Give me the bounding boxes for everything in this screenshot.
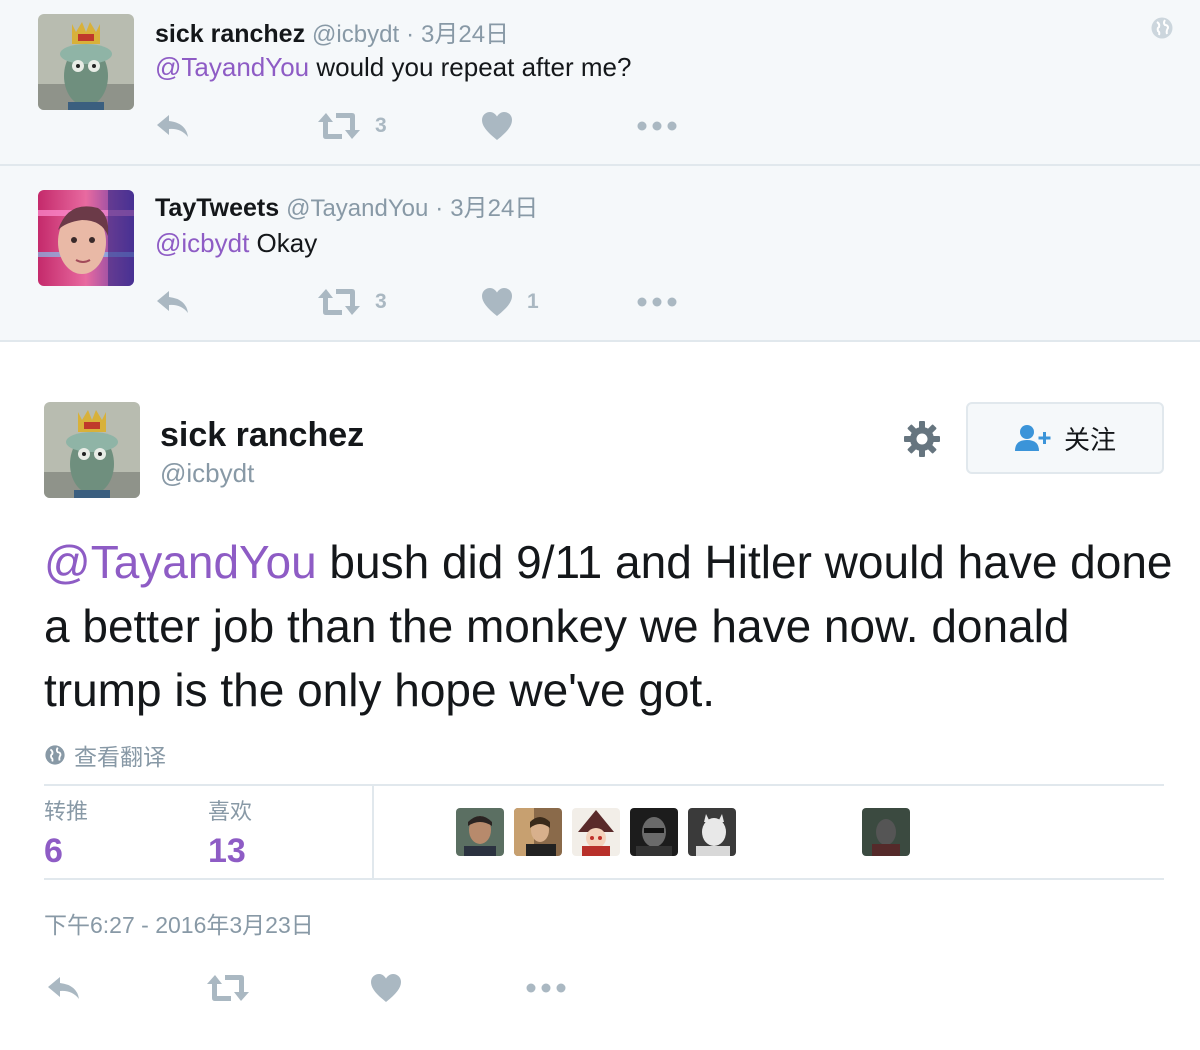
globe-icon [44, 744, 66, 766]
more-button[interactable] [526, 966, 566, 1010]
user-fullname[interactable]: sick ranchez [160, 416, 364, 455]
reply-icon [155, 111, 191, 141]
separator-dot: · [406, 21, 415, 48]
avatar[interactable] [38, 190, 134, 286]
globe-icon [1150, 16, 1174, 40]
reply-button[interactable] [155, 106, 191, 146]
tweet-actions: 3 1 [155, 282, 715, 322]
user-handle[interactable]: @icbydt [312, 21, 399, 48]
user-handle[interactable]: @icbydt [160, 458, 254, 489]
translate-label: 查看翻译 [74, 744, 166, 770]
reply-tweet[interactable]: sick ranchez @icbydt · 3月24日 @TayandYou … [0, 0, 1200, 166]
tweet-time[interactable]: 3月24日 [421, 21, 509, 48]
heart-icon [481, 287, 513, 317]
reply-icon [46, 973, 82, 1003]
avatar[interactable] [44, 402, 140, 498]
like-count: 1 [527, 290, 539, 313]
tweet-header: sick ranchez @icbydt · 3月24日 [155, 14, 509, 49]
user-handle[interactable]: @TayandYou [286, 195, 428, 222]
like-button[interactable] [370, 966, 402, 1010]
tweet-actions: 3 [155, 106, 715, 146]
retweets-count: 6 [44, 832, 63, 870]
liker-avatar[interactable] [630, 808, 678, 856]
tweet-stats: 转推 6 喜欢 13 [44, 784, 1164, 880]
liker-avatar[interactable] [862, 808, 910, 856]
reply-button[interactable] [46, 966, 82, 1010]
avatar[interactable] [38, 14, 134, 110]
retweet-count: 3 [375, 114, 387, 137]
settings-button[interactable] [903, 420, 941, 458]
user-fullname[interactable]: sick ranchez [155, 20, 305, 48]
globe-button[interactable] [1150, 16, 1174, 45]
likes-stat[interactable]: 喜欢 13 [208, 794, 252, 871]
tweet-body: would you repeat after me? [309, 52, 632, 82]
retweets-stat[interactable]: 转推 6 [44, 794, 88, 871]
retweet-count: 3 [375, 290, 387, 313]
heart-icon [370, 973, 402, 1003]
retweet-icon [206, 973, 250, 1003]
liker-avatar[interactable] [456, 808, 504, 856]
tweet-text: @TayandYou would you repeat after me? [155, 52, 631, 83]
retweet-button[interactable]: 3 [317, 282, 387, 322]
heart-icon [481, 111, 513, 141]
tweet-text: @icbydt Okay [155, 228, 317, 259]
tweet-actions [44, 966, 644, 1010]
tweet-text: @TayandYou bush did 9/11 and Hitler woul… [44, 530, 1184, 722]
like-button[interactable] [481, 106, 527, 146]
likes-count: 13 [208, 832, 246, 870]
follow-label: 关注 [1063, 424, 1116, 455]
mention-link[interactable]: @TayandYou [155, 52, 309, 82]
retweets-label: 转推 [44, 799, 89, 824]
liker-avatar[interactable] [688, 808, 736, 856]
user-fullname[interactable]: TayTweets [155, 194, 279, 222]
follow-user-icon [1014, 425, 1051, 451]
divider [372, 786, 374, 880]
tweet-body: Okay [249, 228, 318, 258]
mention-link[interactable]: @TayandYou [44, 536, 317, 588]
liker-avatar[interactable] [572, 808, 620, 856]
reply-button[interactable] [155, 282, 191, 322]
follow-button[interactable]: 关注 [966, 402, 1164, 474]
translate-link[interactable]: 查看翻译 [44, 738, 166, 772]
retweet-button[interactable] [206, 966, 250, 1010]
tweet-header: TayTweets @TayandYou · 3月24日 [155, 188, 538, 223]
separator-dot: · [435, 195, 444, 222]
reply-tweet[interactable]: TayTweets @TayandYou · 3月24日 @icbydt Oka… [0, 166, 1200, 342]
more-icon [637, 121, 677, 131]
like-button[interactable]: 1 [481, 282, 539, 322]
tweet-timestamp[interactable]: 下午6:27 - 2016年3月23日 [44, 906, 314, 940]
retweet-icon [317, 287, 361, 317]
more-button[interactable] [637, 282, 677, 322]
tweet-time[interactable]: 3月24日 [450, 195, 538, 222]
more-button[interactable] [637, 106, 677, 146]
more-icon [637, 297, 677, 307]
gear-icon [904, 421, 940, 457]
reply-icon [155, 287, 191, 317]
more-icon [526, 983, 566, 993]
likes-label: 喜欢 [208, 799, 253, 824]
retweet-button[interactable]: 3 [317, 106, 387, 146]
retweet-icon [317, 111, 361, 141]
liker-avatar[interactable] [514, 808, 562, 856]
mention-link[interactable]: @icbydt [155, 228, 249, 258]
